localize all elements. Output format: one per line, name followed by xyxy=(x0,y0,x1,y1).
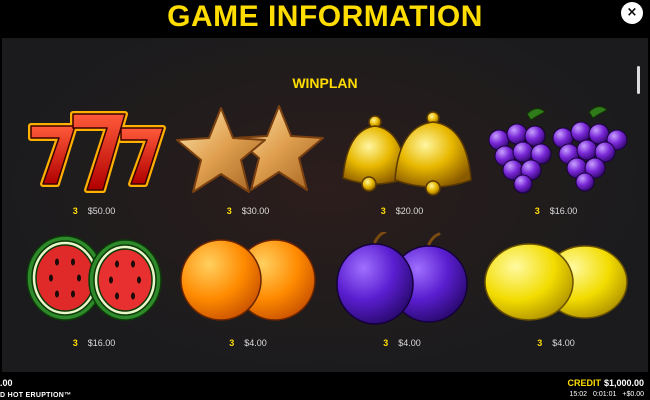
star-icon xyxy=(176,105,324,193)
credit-label: CREDIT xyxy=(567,378,601,388)
lemon-icon xyxy=(484,243,628,321)
section-title: WINPLAN xyxy=(292,75,358,91)
symbol-grapes: 3 $16.00 xyxy=(479,100,633,220)
orange-icon xyxy=(180,239,316,321)
seven-icon xyxy=(28,111,166,193)
game-name: D HOT ERUPTION™ xyxy=(0,392,72,399)
symbol-bell: 3 $20.00 xyxy=(325,100,479,220)
payout-label: 3 $4.00 xyxy=(383,338,421,348)
symbol-lemon: 3 $4.00 xyxy=(479,232,633,352)
close-icon: × xyxy=(626,5,638,20)
net-value: +$0.00 xyxy=(622,391,644,398)
watermelon-icon xyxy=(26,235,162,321)
plum-icon xyxy=(336,232,468,325)
payout-label: 3 $4.00 xyxy=(229,338,267,348)
close-button[interactable]: × xyxy=(621,2,643,24)
symbol-star: 3 $30.00 xyxy=(171,100,325,220)
bell-icon xyxy=(342,111,472,196)
symbol-plum: 3 $4.00 xyxy=(325,232,479,352)
credit-display: CREDIT $1,000.00 xyxy=(567,378,644,388)
bottom-bar xyxy=(0,372,650,400)
payout-label: 3 $16.00 xyxy=(72,338,116,348)
grapes-icon xyxy=(488,106,628,194)
page-title: GAME INFORMATION xyxy=(167,0,483,33)
status-line: 15:02 0:01:01 +$0.00 xyxy=(564,391,645,398)
bet-value: .00 xyxy=(0,378,13,388)
symbol-watermelon: 3 $16.00 xyxy=(17,232,171,352)
credit-value: $1,000.00 xyxy=(603,378,644,388)
payout-label: 3 $16.00 xyxy=(534,206,578,216)
symbol-orange: 3 $4.00 xyxy=(171,232,325,352)
payout-label: 3 $50.00 xyxy=(72,206,116,216)
payout-label: 3 $4.00 xyxy=(537,338,575,348)
symbol-seven: 3 $50.00 xyxy=(17,100,171,220)
payout-label: 3 $20.00 xyxy=(380,206,424,216)
session-time: 0:01:01 xyxy=(593,391,617,398)
payout-label: 3 $30.00 xyxy=(226,206,270,216)
clock-time: 15:02 xyxy=(569,391,588,398)
